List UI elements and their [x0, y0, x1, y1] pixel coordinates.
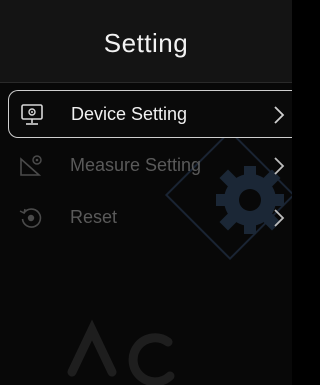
menu-item-reset[interactable]: Reset: [0, 194, 292, 242]
menu-item-device-setting[interactable]: Device Setting: [8, 90, 292, 138]
monitor-icon: [21, 104, 43, 125]
chevron-right-icon: [274, 157, 285, 175]
menu-item-label: Reset: [70, 207, 118, 227]
measure-icon: [20, 155, 42, 176]
chevron-right-icon: [274, 209, 285, 227]
menu-item-measure-setting[interactable]: Measure Setting: [0, 142, 292, 190]
menu-item-label: Device Setting: [71, 104, 188, 124]
header: Setting: [0, 0, 292, 83]
menu-item-label: Measure Setting: [70, 155, 202, 175]
page-title: Setting: [103, 28, 189, 58]
reset-icon: [19, 208, 42, 228]
chevron-right-icon: [274, 106, 285, 124]
settings-screen: Setting Device Setting Measure Setting R…: [0, 0, 292, 385]
